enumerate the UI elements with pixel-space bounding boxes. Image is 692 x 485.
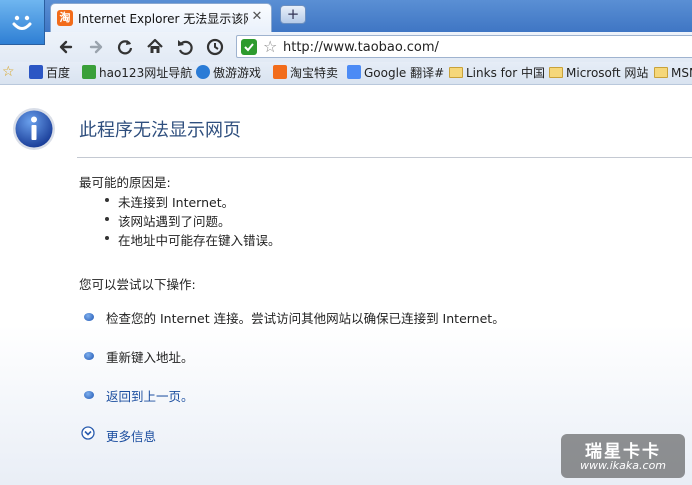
folder-icon — [549, 67, 563, 78]
folder-icon — [654, 67, 668, 78]
bookmarks-bar: ☆ 百度 hao123网址导航 傲游游戏 淘宝特卖 Google 翻译# Lin… — [0, 62, 692, 85]
go-back-link[interactable]: 返回到上一页。 — [106, 389, 194, 404]
actions-heading: 您可以尝试以下操作: — [79, 277, 196, 292]
cause-item: 在地址中可能存在键入错误。 — [118, 233, 281, 248]
tab-close-button[interactable]: ✕ — [250, 9, 264, 25]
security-shield-icon[interactable] — [241, 39, 257, 55]
forward-arrow-icon[interactable] — [85, 36, 107, 58]
bullet-dot — [105, 236, 109, 240]
maxthon-logo-icon[interactable] — [0, 0, 45, 45]
expand-chevron-icon[interactable] — [81, 426, 95, 440]
action-check-connection: 检查您的 Internet 连接。尝试访问其他网站以确保已连接到 Interne… — [106, 311, 505, 326]
info-icon — [13, 108, 55, 150]
cause-item: 该网站遇到了问题。 — [118, 214, 231, 229]
address-bar[interactable]: ☆ — [236, 35, 692, 58]
divider — [77, 157, 692, 158]
blue-bullet-icon — [84, 352, 94, 360]
bullet-dot — [105, 217, 109, 221]
hao123-icon — [82, 65, 96, 79]
undo-closed-tab-icon[interactable] — [174, 36, 196, 58]
action-retype-address: 重新键入地址。 — [106, 350, 194, 365]
bookmark-google-translate[interactable]: Google 翻译# — [347, 65, 444, 81]
more-info-link[interactable]: 更多信息 — [106, 426, 156, 445]
bookmark-folder-msn[interactable]: MSN — [654, 65, 692, 81]
watermark-url: www.ikaka.com — [579, 459, 667, 472]
tab-title: Internet Explorer 无法显示该网... — [78, 12, 248, 26]
bookmark-hao123[interactable]: hao123网址导航 — [82, 65, 192, 81]
bookmark-maxthon-games[interactable]: 傲游游戏 — [196, 65, 261, 81]
error-page: 此程序无法显示网页 最可能的原因是: 未连接到 Internet。 该网站遇到了… — [0, 85, 692, 485]
bookmark-folder-microsoft[interactable]: Microsoft 网站 — [549, 65, 648, 81]
causes-heading: 最可能的原因是: — [79, 175, 171, 190]
favorite-star-icon[interactable]: ☆ — [263, 37, 277, 56]
taobao-icon — [273, 65, 287, 79]
baidu-paw-icon — [29, 65, 43, 79]
history-clock-icon[interactable] — [204, 36, 226, 58]
bookmark-baidu[interactable]: 百度 — [29, 65, 70, 81]
back-arrow-icon[interactable] — [56, 36, 78, 58]
taobao-favicon-icon: 淘 — [57, 10, 73, 26]
favorites-star-icon[interactable]: ☆ — [2, 64, 15, 80]
page-title: 此程序无法显示网页 — [79, 120, 241, 141]
tab-active[interactable]: 淘 Internet Explorer 无法显示该网... ✕ — [50, 3, 272, 32]
action-go-back-row: 返回到上一页。 — [106, 386, 194, 405]
new-tab-button[interactable]: + — [280, 5, 306, 24]
blue-bullet-icon — [84, 391, 94, 399]
maxthon-games-icon — [196, 65, 210, 79]
blue-bullet-icon — [84, 313, 94, 321]
bookmark-taobao-sale[interactable]: 淘宝特卖 — [273, 65, 338, 81]
bookmark-folder-links-for-china[interactable]: Links for 中国 — [449, 65, 545, 81]
tab-strip: 淘 Internet Explorer 无法显示该网... ✕ + — [0, 0, 692, 32]
cause-item: 未连接到 Internet。 — [118, 195, 235, 210]
navigation-toolbar: ☆ — [0, 32, 692, 62]
folder-icon — [449, 67, 463, 78]
home-icon[interactable] — [144, 36, 166, 58]
bullet-dot — [105, 198, 109, 202]
url-input[interactable] — [283, 38, 683, 56]
google-translate-icon — [347, 65, 361, 79]
watermark-logo: 瑞星卡卡 www.ikaka.com — [561, 434, 685, 478]
refresh-icon[interactable] — [114, 36, 136, 58]
